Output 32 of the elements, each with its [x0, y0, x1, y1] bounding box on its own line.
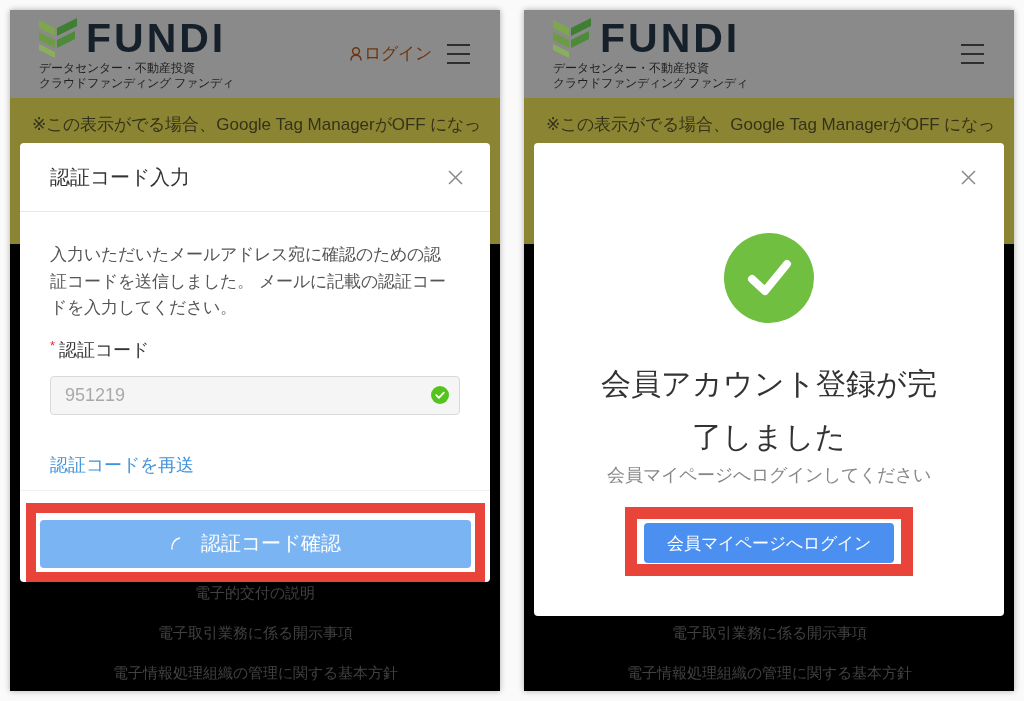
confirm-code-button[interactable]: 認証コード確認 — [40, 519, 471, 568]
modal-message: 会員マイページへログインしてください — [607, 464, 931, 487]
footer-link[interactable]: 電子情報処理組織の管理に関する基本方針 — [112, 663, 398, 683]
footer-link[interactable]: 電子取引業務に係る開示事項 — [157, 623, 353, 643]
required-mark: * — [50, 337, 56, 354]
footer-link[interactable]: 電子取引業務に係る開示事項 — [671, 623, 867, 643]
close-icon[interactable] — [448, 169, 463, 185]
logo-tagline: データセンター・不動産投資 — [39, 61, 196, 76]
notice-text: ※この表示がでる場合、Google Tag ManagerがOFF になっ — [32, 115, 482, 134]
modal-title: 認証コード入力 — [50, 165, 190, 190]
login-link[interactable]: ログイン — [350, 44, 432, 64]
logo-wordmark: FUNDI — [86, 15, 227, 61]
modal-title: 会員アカウント登録が完了しました — [600, 366, 938, 455]
logo-tagline: データセンター・不動産投資 — [553, 61, 710, 76]
close-icon[interactable] — [961, 169, 976, 185]
modal-message: 入力いただいたメールアドレス宛に確認のための認証コードを送信しました。 メールに記載の認証コードを入力してください。 — [50, 244, 447, 319]
menu-icon[interactable] — [447, 44, 470, 64]
logo-tagline: クラウドファンディング ファンディ — [553, 75, 749, 90]
resend-code-link[interactable]: 認証コードを再送 — [50, 452, 194, 477]
success-check-icon — [724, 233, 814, 323]
footer-link[interactable]: 電子的交付の説明 — [195, 583, 315, 603]
menu-icon[interactable] — [961, 44, 984, 64]
person-icon — [350, 47, 362, 61]
footer-link[interactable]: 電子情報処理組織の管理に関する基本方針 — [626, 663, 912, 683]
logo-tagline: クラウドファンディング ファンディ — [39, 75, 235, 90]
leaf-logo-icon — [553, 16, 593, 58]
mypage-login-button[interactable]: 会員マイページへログイン — [644, 523, 894, 563]
logo-wordmark: FUNDI — [600, 15, 741, 61]
notice-text: ※この表示がでる場合、Google Tag ManagerがOFF になっ — [546, 115, 996, 134]
spinner-icon — [170, 536, 181, 551]
field-label: 認証コード — [59, 338, 150, 362]
leaf-logo-icon — [39, 16, 79, 58]
